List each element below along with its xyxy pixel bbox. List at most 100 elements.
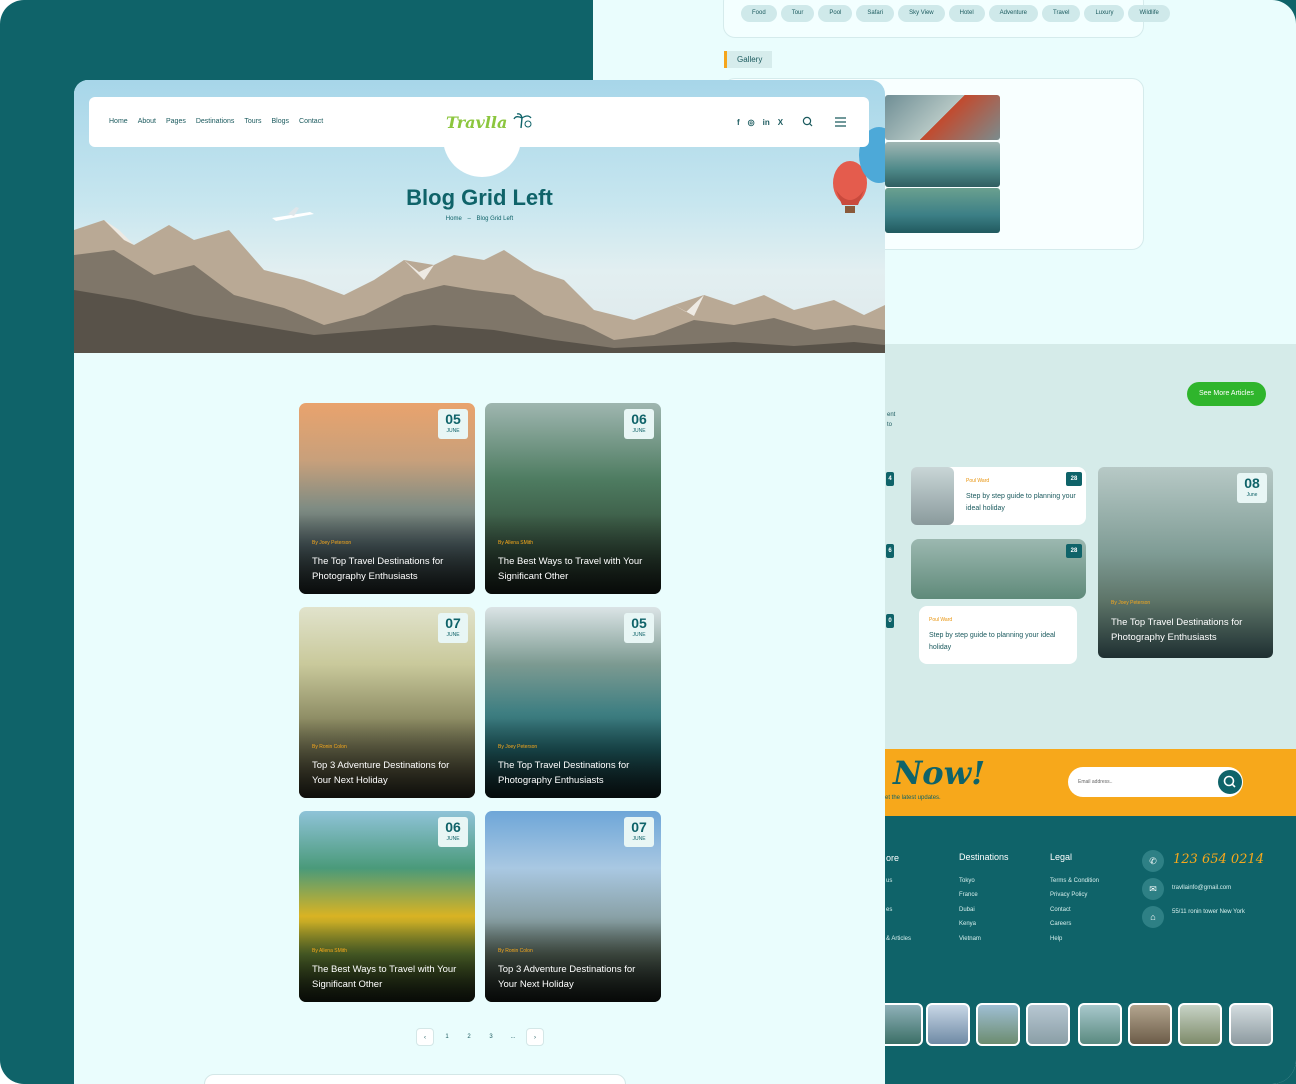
gallery-image[interactable]: [885, 188, 1000, 233]
footer-link[interactable]: Kenya: [959, 921, 976, 927]
tag[interactable]: Pool: [818, 5, 853, 22]
footer-gallery-thumb[interactable]: [879, 1003, 923, 1046]
post-image[interactable]: 28: [911, 539, 1086, 599]
footer-gallery-thumb[interactable]: [1178, 1003, 1222, 1046]
card-author[interactable]: By Joey Peterson: [498, 744, 537, 750]
post-title[interactable]: The Top Travel Destinations for Photogra…: [1111, 615, 1266, 645]
pagination-next-button[interactable]: ›: [526, 1028, 544, 1046]
search-submit-button[interactable]: [1218, 770, 1242, 794]
nav-link-pages[interactable]: Pages: [166, 118, 186, 125]
gallery-image[interactable]: [885, 95, 1000, 140]
newsletter-heading: Now!: [893, 754, 986, 792]
tag[interactable]: Adventure: [988, 5, 1039, 22]
card-title[interactable]: The Top Travel Destinations for Photogra…: [498, 758, 653, 788]
footer-gallery-thumb[interactable]: [976, 1003, 1020, 1046]
pagination-prev-button[interactable]: ‹: [416, 1028, 434, 1046]
see-more-button[interactable]: See More Articles: [1187, 382, 1266, 406]
blog-card[interactable]: 07 JUNE By Ronin Colon Top 3 Adventure De…: [485, 811, 661, 1002]
nav-link-destinations[interactable]: Destinations: [196, 118, 235, 125]
post-title[interactable]: Step by step guide to planning your idea…: [929, 630, 1069, 654]
date-badge: 28: [1066, 472, 1082, 486]
nav-link-blogs[interactable]: Blogs: [272, 118, 290, 125]
footer-link[interactable]: & Articles: [886, 936, 911, 942]
footer-heading: Destinations: [959, 852, 1009, 862]
post-card[interactable]: Poul Ward Step by step guide to planning…: [919, 606, 1077, 664]
site-logo[interactable]: Travlla: [446, 113, 533, 132]
featured-post-card[interactable]: 08 June By Joey Peterson The Top Travel …: [1098, 467, 1273, 658]
card-author[interactable]: By Allena SMith: [312, 948, 347, 954]
intro-text-fragment: ent: [887, 412, 896, 418]
tag[interactable]: Sky View: [898, 5, 945, 22]
footer-link[interactable]: Terms & Condition: [1050, 878, 1099, 884]
card-author[interactable]: By Ronin Colon: [498, 948, 533, 954]
blog-card[interactable]: 05 JUNE By Joey Peterson The Top Travel D…: [485, 607, 661, 798]
tag[interactable]: Hotel: [948, 5, 985, 22]
footer-email[interactable]: travllainfo@gmail.com: [1172, 885, 1231, 891]
card-title[interactable]: Top 3 Adventure Destinations for Your Ne…: [498, 962, 653, 992]
pagination-page[interactable]: 3: [482, 1028, 500, 1046]
gallery-image[interactable]: [885, 142, 1000, 187]
facebook-icon[interactable]: f: [737, 118, 740, 127]
footer-link[interactable]: Tokyo: [959, 878, 975, 884]
nav-link-home[interactable]: Home: [109, 118, 128, 125]
card-title[interactable]: The Best Ways to Travel with Your Signif…: [312, 962, 467, 992]
footer-link[interactable]: Help: [1050, 936, 1062, 942]
breadcrumb-home[interactable]: Home: [446, 216, 462, 222]
tag[interactable]: Wildlife: [1128, 5, 1170, 22]
email-field[interactable]: Email address..: [1068, 767, 1243, 797]
linkedin-icon[interactable]: in: [763, 118, 770, 127]
intro-text-fragment: to: [887, 422, 893, 428]
palm-tree-icon: [513, 113, 532, 129]
post-author: By Joey Peterson: [1111, 600, 1151, 606]
footer-address: 55/11 ronin tower New York: [1172, 909, 1245, 915]
blog-card[interactable]: 07 JUNE By Ronin Colon Top 3 Adventure De…: [299, 607, 475, 798]
card-author[interactable]: By Ronin Colon: [312, 744, 347, 750]
tag[interactable]: Safari: [856, 5, 895, 22]
footer-phone[interactable]: 123 654 0214: [1173, 852, 1264, 867]
card-title[interactable]: The Best Ways to Travel with Your Signif…: [498, 554, 653, 584]
footer-gallery-thumb[interactable]: [1026, 1003, 1070, 1046]
pagination-page[interactable]: 2: [460, 1028, 478, 1046]
footer-gallery-thumb[interactable]: [1078, 1003, 1122, 1046]
card-author[interactable]: By Allena SMith: [498, 540, 533, 546]
instagram-icon[interactable]: ◎: [748, 118, 755, 127]
blog-card[interactable]: 05 JUNE By Joey Peterson The Top Travel D…: [299, 403, 475, 594]
blog-card[interactable]: 06 JUNE By Allena SMith The Best Ways to …: [299, 811, 475, 1002]
date-badge: 06 JUNE: [438, 817, 468, 847]
footer-gallery-thumb[interactable]: [1229, 1003, 1273, 1046]
footer-link[interactable]: Contact: [1050, 907, 1071, 913]
tag[interactable]: Travel: [1042, 5, 1081, 22]
search-icon: [1223, 775, 1236, 788]
card-title[interactable]: Top 3 Adventure Destinations for Your Ne…: [312, 758, 467, 788]
nav-link-about[interactable]: About: [138, 118, 156, 125]
footer-gallery-thumb[interactable]: [926, 1003, 970, 1046]
pagination-page[interactable]: 1: [438, 1028, 456, 1046]
footer-link[interactable]: France: [959, 892, 978, 898]
footer-link[interactable]: Dubai: [959, 907, 975, 913]
footer-link[interactable]: es: [886, 907, 892, 913]
footer-heading: ore: [886, 853, 900, 863]
footer-gallery-thumb[interactable]: [1128, 1003, 1172, 1046]
post-card[interactable]: Poul Ward Step by step guide to planning…: [911, 467, 1086, 525]
tag[interactable]: Food: [741, 5, 777, 22]
footer-link[interactable]: Privacy Policy: [1050, 892, 1087, 898]
bottom-search-bar[interactable]: [204, 1074, 626, 1084]
post-title[interactable]: Step by step guide to planning your idea…: [966, 491, 1076, 515]
card-author[interactable]: By Joey Peterson: [312, 540, 351, 546]
nav-link-contact[interactable]: Contact: [299, 118, 323, 125]
nav-link-tours[interactable]: Tours: [244, 118, 261, 125]
blog-card[interactable]: 06 JUNE By Allena SMith The Best Ways to …: [485, 403, 661, 594]
search-icon[interactable]: [801, 115, 815, 129]
footer-link[interactable]: us: [886, 878, 892, 884]
date-badge: 05 JUNE: [438, 409, 468, 439]
newsletter-subtext: et the latest updates.: [885, 795, 941, 801]
menu-icon[interactable]: [833, 115, 849, 129]
footer-link[interactable]: Careers: [1050, 921, 1071, 927]
tag[interactable]: Luxury: [1084, 5, 1125, 22]
breadcrumb-separator: –: [467, 216, 471, 222]
x-icon[interactable]: X: [778, 118, 783, 127]
card-title[interactable]: The Top Travel Destinations for Photogra…: [312, 554, 467, 584]
tag[interactable]: Tour: [780, 5, 815, 22]
logo-text: Travlla: [446, 113, 508, 132]
footer-link[interactable]: Vietnam: [959, 936, 981, 942]
